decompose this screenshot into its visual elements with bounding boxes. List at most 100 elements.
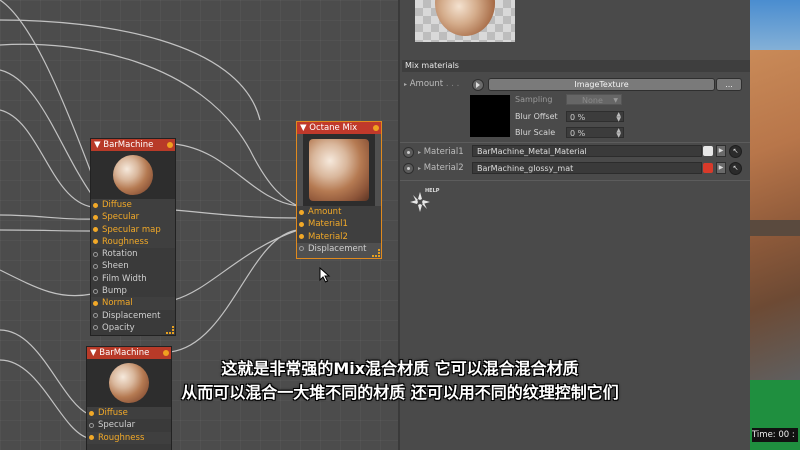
image-texture-button[interactable]: ImageTexture (488, 78, 715, 91)
blur-scale-value: 0 % (570, 129, 586, 138)
resize-handle[interactable] (166, 326, 174, 334)
wire (0, 229, 93, 232)
port-label: Rotation (102, 249, 138, 260)
resize-handle[interactable] (372, 249, 380, 257)
section-title: Mix materials (402, 60, 750, 72)
material2-link-field[interactable]: BarMachine_glossy_mat (472, 162, 702, 174)
output-port[interactable] (167, 142, 173, 148)
port-label: Diffuse (98, 408, 128, 418)
wire (0, 19, 261, 121)
material-preview (415, 0, 515, 42)
port-label: Normal (102, 298, 133, 309)
chevron-down-icon: ▼ (613, 97, 618, 104)
mouse-cursor-icon (319, 267, 331, 283)
port-label: Specular (102, 212, 140, 223)
material1-animate-icon[interactable] (403, 147, 414, 158)
wire (169, 229, 299, 353)
port-diffuse[interactable]: Diffuse (87, 407, 171, 420)
port-bump[interactable]: Bump (91, 285, 175, 297)
spinner-arrows-icon[interactable]: ▲ ▼ (616, 128, 621, 139)
port-label: Roughness (102, 236, 149, 247)
port-specular[interactable]: Specular (87, 419, 171, 431)
port-sheen[interactable]: Sheen (91, 260, 175, 272)
spinner-arrows-icon[interactable]: ▲ ▼ (616, 112, 621, 123)
material-thumbnail (113, 155, 153, 195)
material-node-barmachine-1[interactable]: ▼ BarMachine Diffuse Specular Specular m… (90, 138, 176, 336)
output-port[interactable] (373, 125, 379, 131)
port-label: Sheen (102, 261, 129, 272)
node-preview (91, 151, 175, 199)
port-label: Material1 (308, 219, 348, 230)
port-specular[interactable]: Specular (91, 211, 175, 224)
port-label: Film Width (102, 273, 147, 284)
port-diffuse[interactable]: Diffuse (91, 199, 175, 212)
port-roughness[interactable]: Roughness (87, 431, 171, 444)
material1-row: ▸ Material1 (418, 147, 464, 157)
material2-row: ▸ Material2 (418, 163, 464, 173)
port-label: Specular (98, 420, 136, 431)
node-header[interactable]: ▼ BarMachine (91, 139, 175, 151)
blur-scale-label: Blur Scale (515, 128, 556, 137)
port-label: Specular map (102, 224, 161, 235)
port-displacement[interactable]: Displacement (297, 243, 381, 255)
blur-scale-field[interactable]: 0 % ▲ ▼ (566, 127, 624, 139)
port-displacement[interactable]: Displacement (91, 310, 175, 322)
node-title: Octane Mix (309, 123, 358, 133)
amount-dots: . . . (445, 79, 460, 89)
wire (173, 143, 299, 207)
port-label: Amount (308, 207, 342, 217)
port-roughness[interactable]: Roughness (91, 235, 175, 249)
wire (0, 69, 93, 196)
subtitle-line-1: 这就是非常强的Mix混合材质 它可以混合混合材质 (221, 359, 579, 378)
wire (173, 229, 299, 301)
port-material1[interactable]: Material1 (297, 218, 381, 231)
subtitle-line-2: 从而可以混合一大堆不同的材质 还可以用不同的纹理控制它们 (181, 383, 619, 402)
material1-menu-arrow[interactable]: ▶ (716, 145, 726, 157)
material1-link-field[interactable]: BarMachine_Metal_Material (472, 145, 702, 157)
port-label: Opacity (102, 322, 135, 333)
port-opacity[interactable]: Opacity (91, 322, 175, 334)
amount-row: ▸ Amount . . . (404, 79, 460, 89)
blur-offset-field[interactable]: 0 % ▲ ▼ (566, 111, 624, 123)
port-label: Roughness (98, 432, 145, 443)
node-header[interactable]: ▼ Octane Mix (297, 122, 381, 134)
port-amount[interactable]: Amount (297, 206, 381, 219)
port-specular-map[interactable]: Specular map (91, 223, 175, 236)
wire (0, 269, 93, 297)
port-normal[interactable]: Normal (91, 297, 175, 310)
material2-animate-icon[interactable] (403, 163, 414, 174)
port-label: Material2 (308, 231, 348, 242)
port-rotation[interactable]: Rotation (91, 248, 175, 260)
material1-jump-icon[interactable]: ↖ (729, 145, 742, 158)
material2-jump-icon[interactable]: ↖ (729, 162, 742, 175)
port-label: Displacement (102, 310, 161, 321)
sampling-value: None (582, 96, 603, 105)
material2-label: Material2 (423, 163, 464, 173)
render-time-readout: Time: 00 : (752, 428, 798, 442)
help-label: HELP (425, 188, 440, 194)
texture-preview (470, 95, 510, 137)
node-title: BarMachine (103, 140, 154, 150)
port-label: Displacement (308, 243, 367, 254)
node-preview (303, 134, 375, 206)
wire (0, 214, 93, 220)
blur-offset-value: 0 % (570, 113, 586, 122)
sampling-label: Sampling (515, 95, 553, 104)
material2-menu-arrow[interactable]: ▶ (716, 162, 726, 174)
port-label: Diffuse (102, 200, 132, 210)
port-label: Bump (102, 286, 127, 297)
material-thumbnail (309, 139, 369, 201)
material2-swatch (703, 163, 713, 173)
port-material2[interactable]: Material2 (297, 230, 381, 243)
blur-offset-label: Blur Offset (515, 112, 558, 121)
material1-swatch (703, 146, 713, 156)
material1-label: Material1 (423, 147, 464, 157)
amount-link-button[interactable] (472, 79, 484, 91)
wire (0, 0, 93, 176)
port-film-width[interactable]: Film Width (91, 273, 175, 285)
wire (173, 209, 299, 219)
more-options-button[interactable]: ... (716, 78, 742, 91)
octane-mix-node[interactable]: ▼ Octane Mix Amount Material1 Material2 … (296, 121, 382, 259)
sampling-dropdown[interactable]: None ▼ (566, 94, 622, 105)
amount-label: Amount (409, 79, 444, 89)
